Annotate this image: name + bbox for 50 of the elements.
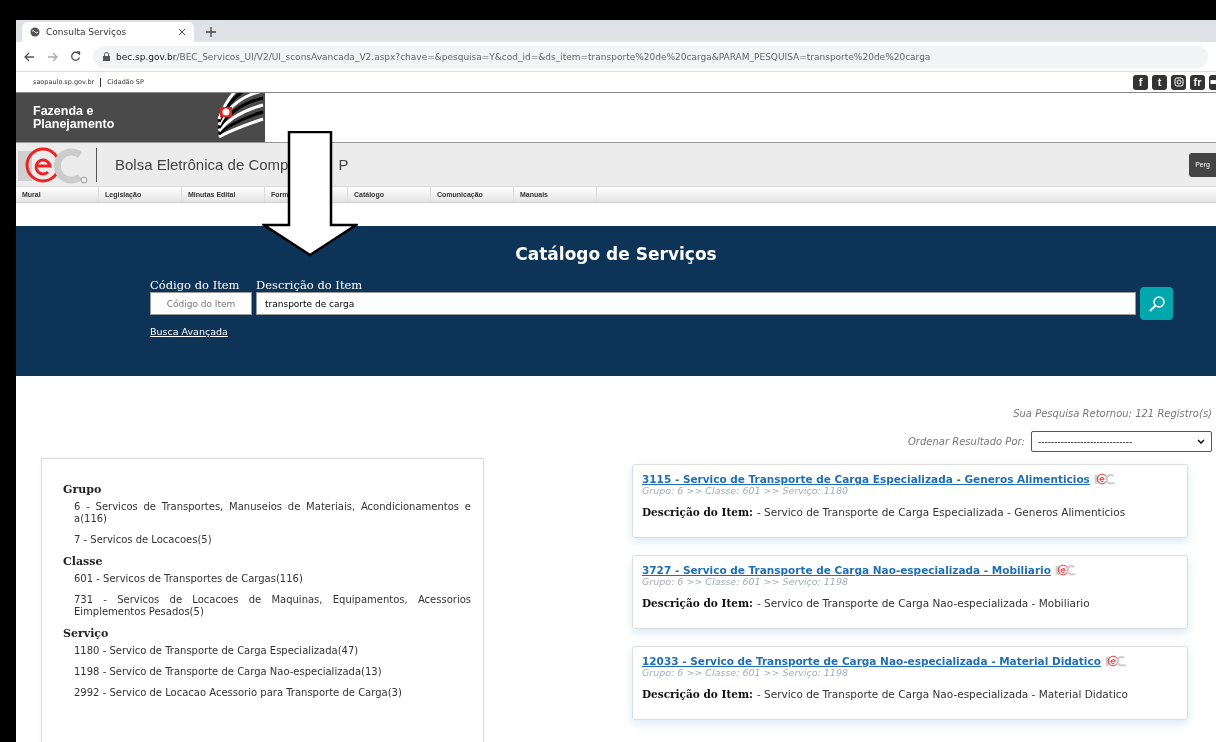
- new-tab-icon[interactable]: [206, 27, 216, 37]
- video-icon[interactable]: [1209, 74, 1216, 90]
- result-link[interactable]: 3727 - Servico de Transporte de Carga Nao-especializada - Mobiliario: [642, 564, 1051, 576]
- advanced-search-link[interactable]: Busca Avançada: [150, 326, 228, 337]
- catalog-title: Catálogo de Serviços: [515, 244, 717, 264]
- close-icon[interactable]: [178, 28, 186, 36]
- results-count: Sua Pesquisa Retornou: 121 Registro(s): [1013, 408, 1212, 419]
- search-button[interactable]: [1140, 287, 1173, 320]
- item-description: Descrição do Item: - Servico de Transporte de Carga Nao-especializada - Material Didatico: [642, 688, 1129, 700]
- back-icon[interactable]: [24, 51, 35, 62]
- result-link[interactable]: 3115 - Servico de Transporte de Carga Especializada - Generos Alimenticios: [642, 473, 1090, 485]
- filter-option[interactable]: 1180 - Servico de Transporte de Carga Especializada(47): [74, 645, 471, 657]
- lock-icon: [103, 52, 110, 61]
- globe-icon: [30, 27, 40, 37]
- camera-icon[interactable]: [1171, 74, 1186, 90]
- social-link[interactable]: f: [1133, 74, 1148, 90]
- filter-option[interactable]: 731 - Servicos de Locacoes de Maquinas, Equipamentos, Acessorios Eimplementos Pesados(5): [74, 594, 471, 618]
- org-name: Fazenda e Planejamento: [33, 104, 115, 131]
- category-path: Grupo: 6 >> Classe: 601 >> Serviço: 1198: [642, 576, 849, 587]
- filter-option[interactable]: 2992 - Servico de Locacao Acessorio para Transporte de Carga(3): [74, 687, 471, 699]
- description-field[interactable]: transporte de carga: [256, 292, 1136, 315]
- category-path: Grupo: 6 >> Classe: 601 >> Serviço: 1198: [642, 667, 849, 678]
- filter-option[interactable]: 1198 - Servico de Transporte de Carga Nao-especializada(13): [74, 666, 471, 678]
- sort-label: Ordenar Resultado Por:: [908, 436, 1025, 447]
- social-link[interactable]: fr: [1190, 74, 1205, 90]
- filter-option[interactable]: 6 - Servicos de Transportes, Manuseios de Materiais, Acondicionamentos e a(116): [74, 501, 471, 525]
- filter-option[interactable]: 601 - Servicos de Transportes de Cargas(116): [74, 573, 471, 585]
- item-description: Descrição do Item: - Servico de Transporte de Carga Especializada - Generos Alimenticios: [642, 506, 1127, 518]
- field-label: Código do Item: [150, 278, 241, 292]
- bec-logo: [1054, 564, 1077, 576]
- social-link[interactable]: t: [1152, 74, 1167, 90]
- item-description: Descrição do Item: - Servico de Transporte de Carga Nao-especializada - Mobiliario: [642, 597, 1091, 609]
- site-title: Bolsa Eletrônica de Comp: [115, 156, 289, 173]
- bec-logo: [1104, 655, 1127, 667]
- bec-logo: [1093, 473, 1116, 485]
- field-label: Descrição do Item: [256, 278, 364, 292]
- chevron-icon: [1197, 439, 1205, 444]
- filter-heading: Grupo: [63, 483, 103, 496]
- filter-heading: Serviço: [63, 627, 110, 640]
- sort-select[interactable]: -----------------------------: [1031, 431, 1212, 452]
- filter-option[interactable]: 7 - Servicos de Locacoes(5): [74, 534, 471, 546]
- browser-tab[interactable]: Consulta Serviços: [22, 22, 194, 42]
- search-icon: [1147, 294, 1166, 313]
- result-link[interactable]: 12033 - Servico de Transporte de Carga Nao-especializada - Material Didatico: [642, 655, 1101, 667]
- code-field[interactable]: Código do Item: [150, 292, 252, 315]
- filter-heading: Classe: [63, 555, 104, 568]
- site-title: P: [338, 156, 349, 173]
- reload-icon[interactable]: [70, 51, 81, 62]
- address-bar[interactable]: bec.sp.gov.br/BEC_Servicos_UI/V2/UI_sconsAvancada_V2.aspx?chave=&pesquisa=Y&cod_id=&ds_item=transporte%20de%20carga&PARAM_PESQUISA=transporte%20de%20carga: [93, 45, 1208, 68]
- category-path: Grupo: 6 >> Classe: 601 >> Serviço: 1180: [642, 485, 849, 496]
